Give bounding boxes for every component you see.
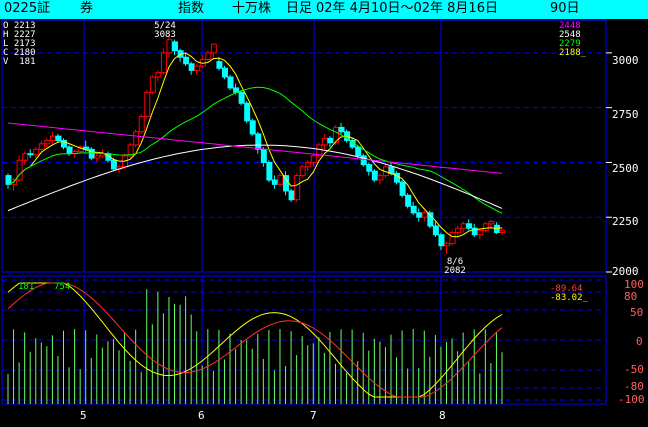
osc-axis-label: -100 xyxy=(618,393,645,406)
candle-body xyxy=(421,212,428,218)
candle-body xyxy=(488,221,495,225)
day-count: 90日 xyxy=(550,1,580,16)
osc-axis-label: 80 xyxy=(624,290,638,303)
candle-body xyxy=(321,137,328,146)
candle-body xyxy=(188,63,195,71)
candle-body xyxy=(244,102,251,122)
candle-body xyxy=(277,175,284,185)
candle-body xyxy=(227,76,234,89)
candle-body xyxy=(327,137,334,144)
candle-body xyxy=(166,39,173,54)
stock-code: 0225証 xyxy=(4,1,51,16)
candle-body xyxy=(499,229,506,234)
candle-body xyxy=(443,243,450,247)
broker-label: 券 xyxy=(80,1,94,16)
candle-body xyxy=(138,115,145,133)
candle-body xyxy=(94,155,101,159)
candle-body xyxy=(482,223,489,231)
candle-body xyxy=(38,143,45,150)
osc-axis-label: -80 xyxy=(624,380,644,393)
candle-body xyxy=(271,179,278,185)
osc-axis-label: 0 xyxy=(636,335,643,348)
price-axis-label: 2250 xyxy=(612,215,639,228)
candle-body xyxy=(22,153,29,161)
high-value-annotation: 3083 xyxy=(154,30,176,40)
unit-label: 十万株 xyxy=(232,1,272,16)
x-axis-label: 7 xyxy=(310,409,317,422)
candle-body xyxy=(338,126,345,133)
candle-body xyxy=(66,146,73,155)
candle-body xyxy=(44,140,51,145)
candle-body xyxy=(299,166,306,177)
candle-body xyxy=(266,161,273,181)
candle-body xyxy=(477,229,484,236)
candle-body xyxy=(432,225,439,236)
osc-left-value: 754 xyxy=(54,282,71,292)
osc-left-value: 181 xyxy=(18,282,35,292)
candle-body xyxy=(355,146,362,157)
candle-body xyxy=(133,131,140,146)
price-axis-label: 2500 xyxy=(612,162,639,175)
candle-body xyxy=(205,52,212,60)
index-type: 指数 xyxy=(178,1,205,16)
candle-body xyxy=(155,72,162,78)
candle-body xyxy=(294,175,301,201)
candle-body xyxy=(460,223,467,229)
candle-body xyxy=(172,41,179,52)
candle-body xyxy=(160,52,167,74)
candle-body xyxy=(249,120,256,135)
candle-body xyxy=(360,155,367,166)
candle-body xyxy=(27,153,34,156)
low-value-annotation: 2082 xyxy=(444,266,466,276)
x-axis-label: 8 xyxy=(439,409,446,422)
price-axis-label: 3000 xyxy=(612,54,639,67)
candle-body xyxy=(183,56,190,65)
candle-body xyxy=(305,161,312,168)
candle-body xyxy=(55,135,62,142)
candle-body xyxy=(260,148,267,163)
candle-body xyxy=(371,170,378,181)
candle-body xyxy=(366,164,373,172)
candle-body xyxy=(427,212,434,227)
candle-body xyxy=(416,212,423,218)
candle-body xyxy=(210,43,217,54)
candle-body xyxy=(283,175,290,192)
price-axis-label: 2750 xyxy=(612,108,639,121)
ma-short-value: 2188_ xyxy=(559,48,587,58)
candle-body xyxy=(255,133,262,150)
osc-axis-label: 50 xyxy=(630,306,644,319)
x-axis-label: 5 xyxy=(80,409,87,422)
price-axis-label: 2000 xyxy=(612,265,639,278)
x-axis-label: 6 xyxy=(198,409,205,422)
candle-body xyxy=(388,166,395,174)
candle-body xyxy=(377,175,384,181)
candle-body xyxy=(221,67,228,78)
candle-body xyxy=(405,194,412,207)
candle-body xyxy=(238,91,245,104)
candle-body xyxy=(33,148,40,156)
osc-axis-label: 100 xyxy=(624,278,644,291)
candle-body xyxy=(399,181,406,196)
candle-body xyxy=(49,135,56,142)
candle-body xyxy=(310,155,317,163)
candle-body xyxy=(455,227,462,234)
candle-body xyxy=(216,61,223,69)
candle-body xyxy=(144,91,151,117)
title-bar: 0225証 券 指数 十万株 日足 02年 4月10日～02年 8月16日 90… xyxy=(0,0,648,19)
osc-yellow-value: -83.02_ xyxy=(550,293,588,303)
candle-body xyxy=(449,232,456,245)
period-type: 日足 xyxy=(286,1,313,16)
candle-body xyxy=(194,65,201,71)
candle-body xyxy=(110,159,117,170)
date-range: 02年 4月10日～02年 8月16日 xyxy=(316,1,498,16)
candle-body xyxy=(438,234,445,247)
candle-body xyxy=(466,223,473,229)
osc-axis-label: -50 xyxy=(624,363,644,376)
stock-chart xyxy=(0,19,648,427)
candle-body xyxy=(410,205,417,214)
candle-body xyxy=(288,190,295,201)
candle-body xyxy=(149,76,156,93)
volume-value: V 181 xyxy=(3,57,36,67)
